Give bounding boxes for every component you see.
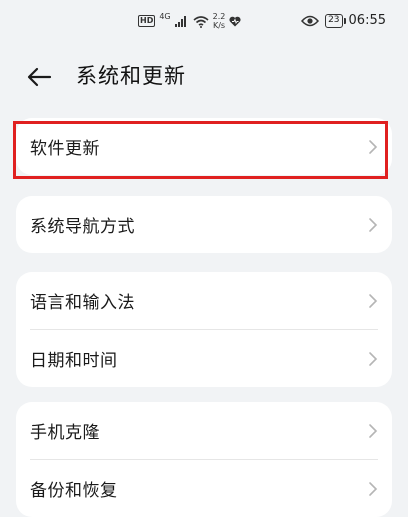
backup-restore-label: 备份和恢复	[30, 481, 118, 501]
chevron-right-icon	[369, 423, 378, 438]
network-speed-value: 2.2	[212, 12, 226, 21]
system-navigation-label: 系统导航方式	[30, 217, 135, 237]
settings-group-language-time: 语言和输入法 日期和时间	[16, 272, 392, 387]
status-bar: HD 4G 2.2 K/s 23 06:55	[0, 0, 408, 48]
software-update-item[interactable]: 软件更新	[16, 118, 392, 175]
chevron-right-icon	[369, 217, 378, 232]
network-speed: 2.2 K/s	[213, 12, 226, 30]
phone-clone-label: 手机克隆	[30, 423, 100, 443]
status-bar-right: 23 06:55	[301, 13, 386, 28]
software-update-label: 软件更新	[30, 139, 100, 159]
app-header: 系统和更新	[0, 52, 408, 100]
page-title: 系统和更新	[76, 64, 186, 88]
status-bar-left: HD 4G 2.2 K/s	[138, 12, 241, 30]
battery-level: 23	[328, 15, 340, 25]
date-time-item[interactable]: 日期和时间	[16, 330, 392, 387]
network-speed-unit: K/s	[212, 21, 226, 30]
chevron-right-icon	[369, 293, 378, 308]
heart-icon	[229, 16, 241, 26]
back-arrow-icon[interactable]	[24, 62, 54, 92]
backup-restore-item[interactable]: 备份和恢复	[16, 460, 392, 517]
phone-clone-item[interactable]: 手机克隆	[16, 402, 392, 459]
chevron-right-icon	[369, 139, 378, 154]
eye-icon	[301, 15, 320, 26]
language-input-item[interactable]: 语言和输入法	[16, 272, 392, 329]
date-time-label: 日期和时间	[30, 351, 118, 371]
wifi-icon	[193, 15, 209, 28]
language-input-label: 语言和输入法	[30, 293, 135, 313]
settings-group-navigation: 系统导航方式	[16, 196, 392, 253]
system-navigation-item[interactable]: 系统导航方式	[16, 196, 392, 253]
signal-icon	[174, 16, 186, 27]
battery-icon: 23	[325, 13, 347, 28]
clock: 06:55	[348, 13, 386, 28]
chevron-right-icon	[369, 481, 378, 496]
network-type: 4G	[159, 12, 171, 21]
hd-icon: HD	[138, 15, 156, 27]
settings-group-update: 软件更新	[16, 118, 392, 175]
chevron-right-icon	[369, 351, 378, 366]
